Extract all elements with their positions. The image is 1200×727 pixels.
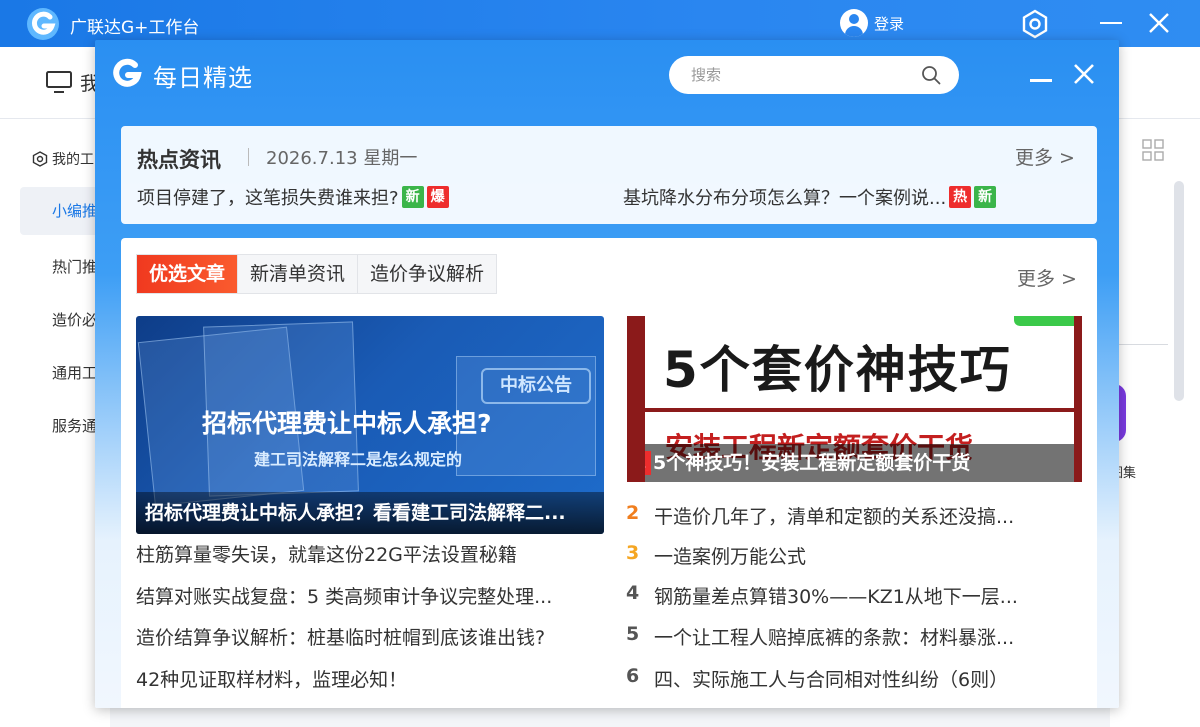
article-link[interactable]: 结算对账实战复盘：5 类高频审计争议完整处理... [136,582,552,609]
login-button[interactable]: 登录 [840,9,904,37]
hot-news-item[interactable]: 项目停建了，这笔损失费谁来担? 新 爆 [137,184,449,210]
daily-picks-dialog: 每日精选 热点资讯 2026.7.13 星期一 更多 > 项目停建了，这笔损失费… [95,40,1119,708]
ranked-article-text: 干造价几年了，清单和定额的关系还没搞... [654,506,1015,528]
rank-badge: 1 [645,451,651,475]
minimize-icon[interactable] [1100,22,1122,24]
article-link[interactable]: 柱筋算量零失误，就靠这份22G平法设置秘籍 [136,540,517,567]
article-link[interactable]: 42种见证取样材料，监理必知！ [136,665,407,692]
articles-card: 优选文章 新清单资讯 造价争议解析 更多 > 中标公告 招标代理费让中标人承担?… [121,238,1097,708]
feature-article-left[interactable]: 中标公告 招标代理费让中标人承担? 建工司法解释二是怎么规定的 招标代理费让中标… [136,316,604,534]
glodon-logo-icon [27,8,59,40]
app-right-panel: 图集 [1110,119,1200,727]
dialog-title: 每日精选 [153,64,253,92]
login-label: 登录 [874,14,905,33]
hot-news-item-text: 项目停建了，这笔损失费谁来担? [137,188,399,209]
hot-news-title: 热点资讯 [137,148,221,172]
sidebar-item-cost[interactable]: 造价必 [52,309,97,330]
new-badge: 新 [401,186,424,208]
sidebar-item-service[interactable]: 服务通 [52,415,97,436]
divider [645,408,1074,412]
ranked-article[interactable]: 2 干造价几年了，清单和定额的关系还没搞... [626,502,1014,529]
sidebar-item-popular[interactable]: 热门推 [52,256,97,277]
tab-new-bill-news[interactable]: 新清单资讯 [238,255,359,293]
ranked-article-text: 一造案例万能公式 [654,546,807,568]
close-icon[interactable] [1146,10,1172,36]
hot-news-item[interactable]: 基坑降水分布分项怎么算？一个案例说... 热 新 [623,184,997,210]
sidebar-header: 我的工 [32,149,94,169]
hot-news-more-link[interactable]: 更多 > [1015,143,1075,170]
article-link[interactable]: 造价结算争议解析：桩基临时桩帽到底该谁出钱? [136,623,545,650]
hot-badge: 爆 [426,186,449,208]
tab-cost-dispute[interactable]: 造价争议解析 [358,255,497,293]
glodon-logo-icon [113,58,142,87]
rank-number: 2 [626,502,640,524]
search-input[interactable] [669,56,959,94]
feature-headline: 5个套价神技巧 [663,341,1012,399]
ranked-article-text: 一个让工程人赔掉底裤的条款：材料暴涨... [654,627,1015,649]
rank-number: 4 [626,582,640,604]
rank-number: 6 [626,665,640,687]
divider [248,148,249,166]
ranked-article-text: 钢筋量差点算错30%——KZ1从地下一层... [654,586,1018,608]
hot-news-card: 热点资讯 2026.7.13 星期一 更多 > 项目停建了，这笔损失费谁来担? … [121,126,1097,224]
bid-announcement-label: 中标公告 [481,368,591,404]
new-badge: 新 [974,186,997,208]
tab-featured-articles[interactable]: 优选文章 [137,255,239,293]
ranked-article[interactable]: 6 四、实际施工人与合同相对性纠纷（6则） [626,665,1008,692]
ranked-article-text: 四、实际施工人与合同相对性纠纷（6则） [654,669,1009,691]
article-tabs: 优选文章 新清单资讯 造价争议解析 [136,254,498,294]
search-icon[interactable] [921,65,941,85]
ranked-article[interactable]: 5 一个让工程人赔掉底裤的条款：材料暴涨... [626,623,1014,650]
feature-caption: 招标代理费让中标人承担？看看建工司法解释二... [136,492,604,534]
feature-article-right[interactable]: 5个套价神技巧 安装工程新定额套价干货 1 5个神技巧！安装工程新定额套价干货 [627,316,1082,482]
user-icon [840,9,868,37]
hot-badge: 热 [949,186,972,208]
close-icon[interactable] [1070,60,1098,88]
grid-icon[interactable] [1142,139,1164,161]
feature-caption: 1 5个神技巧！安装工程新定额套价干货 [645,444,1074,482]
ranked-article[interactable]: 4 钢筋量差点算错30%——KZ1从地下一层... [626,582,1018,609]
feature-subline: 建工司法解释二是怎么规定的 [254,450,463,469]
app-sidebar: 我的工 小编推 热门推 造价必 通用工 服务通 [0,119,110,727]
scrollbar[interactable] [1174,181,1184,401]
settings-icon[interactable] [1020,9,1050,39]
rank-number: 5 [626,623,640,645]
monitor-icon [46,71,72,93]
sidebar-header-label: 我的工 [52,152,94,168]
minimize-icon[interactable] [1030,79,1052,82]
hot-news-item-text: 基坑降水分布分项怎么算？一个案例说... [623,188,947,209]
hexagon-settings-icon [32,151,48,167]
ranked-article[interactable]: 3 一造案例万能公式 [626,542,806,569]
sidebar-item-general[interactable]: 通用工 [52,362,97,383]
app-title: 广联达G+工作台 [70,18,200,38]
articles-more-link[interactable]: 更多 > [1017,264,1077,291]
feature-headline: 招标代理费让中标人承担? [202,409,492,438]
hot-news-date: 2026.7.13 星期一 [266,148,418,169]
feature-caption-text: 5个神技巧！安装工程新定额套价干货 [653,452,971,474]
rank-number: 3 [626,542,640,564]
decorative-tab [1014,316,1074,326]
